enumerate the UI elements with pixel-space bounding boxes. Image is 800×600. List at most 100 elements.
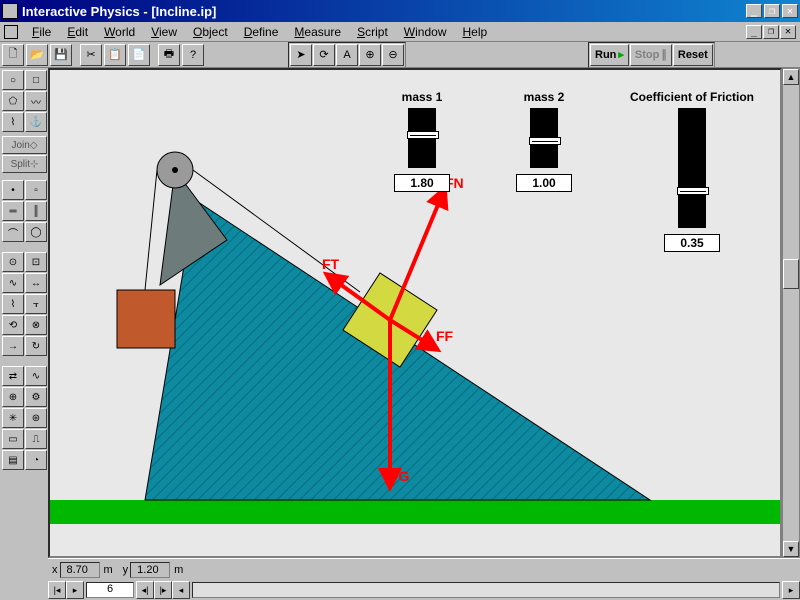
rot-damper-button[interactable]: ⊗ <box>25 315 47 335</box>
mdi-minimize-button[interactable]: _ <box>746 25 762 39</box>
zoom-in-button[interactable]: ⊕ <box>359 44 381 66</box>
simulation-canvas[interactable]: FN FT FF FG mass 1 1.80 mass 2 1.00 Coef… <box>48 68 782 558</box>
menu-file[interactable]: File <box>24 23 59 41</box>
hscroll-left-button[interactable]: ◂ <box>172 581 190 599</box>
mdi-icon <box>4 25 18 39</box>
copy-button[interactable]: 📋 <box>104 44 126 66</box>
cof-slider[interactable]: Coefficient of Friction 0.35 <box>678 108 706 252</box>
mass1-slider[interactable]: mass 1 1.80 <box>408 108 436 192</box>
mass1-value[interactable]: 1.80 <box>394 174 450 192</box>
run-button[interactable]: Run▸ <box>590 44 629 66</box>
close-button[interactable]: ✕ <box>782 4 798 18</box>
mass1-label: mass 1 <box>402 90 443 104</box>
menu-view[interactable]: View <box>143 23 185 41</box>
shape-toolbox: ○ □ ⬠ 〰 ⌇ ⚓ Join◇ Split⊹ • ▫ ═ ║ ⌒ ◯ ⊙ ⊡… <box>0 68 48 476</box>
status-x-value: 8.70 <box>60 562 100 578</box>
mass2-value[interactable]: 1.00 <box>516 174 572 192</box>
pin-joint-button[interactable]: ⊙ <box>2 252 24 272</box>
force-friction-label: FF <box>436 328 453 344</box>
rope-button[interactable]: ∿ <box>2 273 24 293</box>
vertical-scrollbar[interactable]: ▲ ▼ <box>782 68 800 558</box>
point-tool-button[interactable]: • <box>2 180 24 200</box>
meter-horiz-button[interactable]: ▭ <box>2 429 24 449</box>
rigid-joint-button[interactable]: ⊡ <box>25 252 47 272</box>
split-button[interactable]: Split⊹ <box>2 155 47 173</box>
circle-shape-button[interactable]: ○ <box>2 70 24 90</box>
cut-button[interactable]: ✂ <box>80 44 102 66</box>
anchor-button[interactable]: ⚓ <box>25 112 47 132</box>
frame-fwd-button[interactable]: |▸ <box>154 581 172 599</box>
closed-slot-button[interactable]: ◯ <box>25 222 47 242</box>
torque-button[interactable]: ↻ <box>25 336 47 356</box>
rot-spring-button[interactable]: ⟲ <box>2 315 24 335</box>
separator-button[interactable]: ↔ <box>25 273 47 293</box>
motor-button[interactable]: ∿ <box>25 366 47 386</box>
menu-script[interactable]: Script <box>349 23 396 41</box>
menu-window[interactable]: Window <box>396 23 455 41</box>
frame-first-button[interactable]: |◂ <box>48 581 66 599</box>
force-button[interactable]: → <box>2 336 24 356</box>
paste-button[interactable]: 📄 <box>128 44 150 66</box>
save-file-button[interactable]: 💾 <box>50 44 72 66</box>
meter-dial-button[interactable]: ◔ <box>25 450 47 470</box>
open-file-button[interactable]: 📂 <box>26 44 48 66</box>
ground <box>50 500 782 524</box>
help-button[interactable]: ? <box>182 44 204 66</box>
new-file-button[interactable]: 🗋 <box>2 44 24 66</box>
slot-horiz-button[interactable]: ═ <box>2 201 24 221</box>
stop-button[interactable]: Stop∥ <box>630 44 672 66</box>
gear2-button[interactable]: ✳ <box>2 408 24 428</box>
join-button[interactable]: Join◇ <box>2 136 47 154</box>
playback-bar: |◂ ▸ 6 ◂| |▸ ◂ ▸ <box>48 580 800 600</box>
hanging-block[interactable] <box>117 290 175 348</box>
menu-edit[interactable]: Edit <box>59 23 96 41</box>
curved-slot-button[interactable]: ⌒ <box>2 222 24 242</box>
status-y-value: 1.20 <box>130 562 170 578</box>
menu-measure[interactable]: Measure <box>286 23 349 41</box>
reset-button[interactable]: Reset <box>673 44 713 66</box>
mdi-close-button[interactable]: ✕ <box>780 25 796 39</box>
constraint-button[interactable]: ⊛ <box>25 408 47 428</box>
zoom-out-button[interactable]: ⊖ <box>382 44 404 66</box>
force-gravity-label: FG <box>390 468 409 484</box>
horizontal-scrollbar[interactable] <box>192 582 780 598</box>
menu-object[interactable]: Object <box>185 23 236 41</box>
gear-button[interactable]: ⚙ <box>25 387 47 407</box>
print-button[interactable]: 🖶 <box>158 44 180 66</box>
cof-value[interactable]: 0.35 <box>664 234 720 252</box>
actuator-button[interactable]: ⇄ <box>2 366 24 386</box>
menu-world[interactable]: World <box>96 23 143 41</box>
frame-prev-button[interactable]: ▸ <box>66 581 84 599</box>
scroll-up-button[interactable]: ▲ <box>783 69 799 85</box>
pointer-tool-button[interactable]: ➤ <box>290 44 312 66</box>
main-toolbar: 🗋 📂 💾 ✂ 📋 📄 🖶 ? ➤ ⟳ A ⊕ ⊖ Run▸ Stop∥ Res… <box>0 42 800 68</box>
spring2-button[interactable]: ⌇ <box>2 294 24 314</box>
menu-help[interactable]: Help <box>454 23 495 41</box>
frame-back-button[interactable]: ◂| <box>136 581 154 599</box>
frame-number-field[interactable]: 6 <box>86 582 134 598</box>
pin-square-button[interactable]: ▫ <box>25 180 47 200</box>
mdi-maximize-button[interactable]: ❐ <box>763 25 779 39</box>
slot-vert-button[interactable]: ║ <box>25 201 47 221</box>
simulation-controls: Run▸ Stop∥ Reset <box>588 42 715 68</box>
polygon-shape-button[interactable]: ⬠ <box>2 91 24 111</box>
spring-button[interactable]: ⌇ <box>2 112 24 132</box>
meter-pulse-button[interactable]: ⎍ <box>25 429 47 449</box>
pulley-button[interactable]: ⊕ <box>2 387 24 407</box>
scroll-down-button[interactable]: ▼ <box>783 541 799 557</box>
menu-define[interactable]: Define <box>236 23 287 41</box>
maximize-button[interactable]: ❐ <box>764 4 780 18</box>
hscroll-right-button[interactable]: ▸ <box>782 581 800 599</box>
status-bar: x 8.70 m y 1.20 m <box>48 558 800 580</box>
cof-label: Coefficient of Friction <box>630 90 754 104</box>
meter-graph-button[interactable]: ▤ <box>2 450 24 470</box>
text-tool-button[interactable]: A <box>336 44 358 66</box>
damper-button[interactable]: ⫟ <box>25 294 47 314</box>
status-x-unit: m <box>104 564 113 576</box>
minimize-button[interactable]: _ <box>746 4 762 18</box>
rotate-tool-button[interactable]: ⟳ <box>313 44 335 66</box>
curve-shape-button[interactable]: 〰 <box>25 91 47 111</box>
mass2-slider[interactable]: mass 2 1.00 <box>530 108 558 192</box>
square-shape-button[interactable]: □ <box>25 70 47 90</box>
scroll-thumb[interactable] <box>783 259 799 289</box>
